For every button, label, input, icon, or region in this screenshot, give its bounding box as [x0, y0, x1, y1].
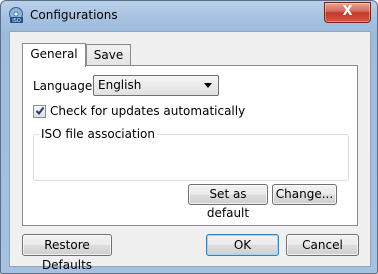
iso-association-group [33, 134, 349, 181]
restore-defaults-button[interactable]: Restore Defaults [22, 234, 112, 272]
window-title: Configurations [30, 8, 118, 22]
general-tab-panel: Language: English Check for updates auto… [22, 65, 358, 226]
tab-general[interactable]: General [22, 43, 86, 67]
change-button[interactable]: Change... [272, 184, 337, 205]
close-icon: X [342, 4, 353, 19]
tab-save[interactable]: Save [86, 44, 131, 66]
close-button[interactable]: X [324, 2, 371, 23]
iso-app-icon: ISO [9, 7, 23, 24]
iso-association-title: ISO file association [39, 127, 157, 141]
language-label: Language: [33, 79, 97, 93]
auto-update-label[interactable]: Check for updates automatically [50, 104, 245, 118]
configurations-dialog: ISO Configurations X General Save Langua… [0, 0, 378, 274]
language-value: English [98, 78, 142, 92]
ok-button[interactable]: OK [206, 234, 279, 256]
tab-save-label: Save [93, 48, 124, 62]
svg-text:ISO: ISO [12, 18, 21, 24]
dialog-client-area: General Save Language: English Check for… [9, 31, 371, 272]
cancel-button[interactable]: Cancel [286, 234, 359, 256]
auto-update-checkbox[interactable] [33, 105, 46, 118]
language-dropdown[interactable]: English [93, 75, 219, 96]
set-as-default-button[interactable]: Set as default [188, 184, 268, 220]
chevron-down-icon [204, 83, 212, 88]
tab-general-label: General [30, 47, 78, 61]
title-bar[interactable]: ISO Configurations X [1, 1, 377, 31]
checkmark-icon [35, 106, 45, 116]
